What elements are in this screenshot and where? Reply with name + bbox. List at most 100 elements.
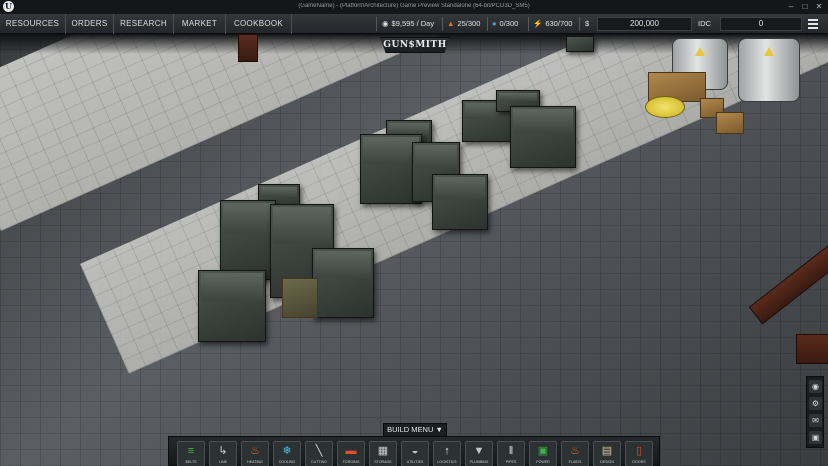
side-tool-panel: ◉ ⚙ ✉ ▣ [806,376,824,448]
build-item-logistics[interactable]: ↑ LOGISTICS [433,441,461,466]
circuit-icon: ▣ [537,445,549,457]
boiler-machine[interactable] [738,38,800,102]
ammo-crate[interactable] [432,174,488,230]
income-value: $9,595 / Day [391,19,435,28]
ammo-crate[interactable] [510,106,576,168]
divider [442,17,443,31]
divider [579,17,580,31]
build-item-label: DOORS [632,460,646,464]
warning-icon [764,47,774,56]
idc-label: IDC [698,19,711,28]
build-item-label: COOLING [278,460,296,464]
divider [487,17,488,31]
build-menu-toggle[interactable]: BUILD MENU ▼ [383,423,447,436]
income-stat: ◉ $9,595 / Day [382,14,434,34]
camera-icon[interactable]: ▣ [809,431,822,444]
helmet-icon: ◒ [411,445,419,457]
ammo-crate[interactable] [220,200,276,280]
dark-crate[interactable] [566,36,594,52]
nav-cookbook[interactable]: COOKBOOK [226,14,292,34]
build-item-label: LOGISTICS [437,460,457,464]
nav-orders[interactable]: ORDERS [66,14,114,34]
ammo-crate[interactable] [312,248,374,318]
lightning-icon: ⚡ [533,19,543,28]
snowflake-icon: ❄ [282,445,292,457]
build-item-label: STORAGE [374,460,392,464]
coin-icon: ◉ [382,19,389,28]
warning-icon [695,47,705,56]
gear-icon[interactable]: ⚙ [809,397,822,410]
build-item-storage[interactable]: ▦ STORAGE [369,441,397,466]
build-item-design[interactable]: ▤ DESIGN [593,441,621,466]
build-item-forging[interactable]: ▬ FORGING [337,441,365,466]
money-value: 200,000 [597,17,692,31]
build-item-utilities[interactable]: ◒ UTILITIES [401,441,429,466]
merge-icon: ↑ [444,445,450,457]
fuel-stat: ▲ 25/300 [447,14,480,34]
chat-icon[interactable]: ✉ [809,414,822,427]
build-item-label: FORGING [342,460,360,464]
nav-market[interactable]: MARKET [174,14,226,34]
divider [528,17,529,31]
game-viewport[interactable] [0,34,828,466]
build-item-label: BELTS [185,460,197,464]
game-logo: GUN$MITH [380,37,450,53]
build-item-label: UTILITIES [406,460,424,464]
top-hud-bar: RESOURCES ORDERS RESEARCH MARKET COOKBOO… [0,14,828,34]
drop-icon: ▼ [473,445,485,457]
water-drop-icon: ● [492,19,497,28]
power-stat: ⚡ 630/700 [533,14,572,34]
build-item-line[interactable]: ↳ LINE [209,441,237,466]
close-icon[interactable]: ✕ [814,2,824,12]
pipe-icon: ‖ [508,445,514,457]
build-item-pipes[interactable]: ‖ PIPES [497,441,525,466]
minimize-icon[interactable]: – [786,2,796,12]
window-titlebar: U (GameName) - (PlatformArchitecture) Ga… [0,0,828,14]
build-item-power[interactable]: ▣ POWER [529,441,557,466]
build-item-fluids[interactable]: ♨ FLUIDS [561,441,589,466]
olive-crate[interactable] [282,278,318,318]
window-title: (GameName) - (PlatformArchitecture) Game… [298,3,530,9]
flame-icon: ▲ [447,19,455,28]
build-item-cooling[interactable]: ❄ COOLING [273,441,301,466]
line-icon: ↳ [218,445,228,457]
build-item-cutting[interactable]: ╲ CUTTING [305,441,333,466]
build-item-plumbing[interactable]: ▼ PLUMBING [465,441,493,466]
build-item-label: LINE [219,460,227,464]
eye-icon[interactable]: ◉ [809,380,822,393]
build-item-heating[interactable]: ♨ HEATING [241,441,269,466]
water-value: 0/300 [499,19,519,28]
blade-icon: ╲ [315,445,323,457]
nav-research[interactable]: RESEARCH [114,14,174,34]
wooden-beam [796,334,828,364]
door-icon: ▯ [635,445,643,457]
build-item-label: DESIGN [600,460,614,464]
ammo-crate[interactable] [198,270,266,342]
build-item-label: HEATING [247,460,263,464]
cardboard-box[interactable] [716,112,744,134]
wooden-pillar [238,34,258,62]
forge-icon: ▬ [345,445,357,457]
build-item-label: FLUIDS [568,460,582,464]
paper-icon: ▤ [601,445,613,457]
build-item-label: PLUMBING [469,460,489,464]
build-item-label: CUTTING [311,460,327,464]
power-value: 630/700 [545,19,573,28]
build-item-doors[interactable]: ▯ DOORS [625,441,653,466]
brass-coil[interactable] [645,96,685,118]
build-menu-bar: ≡ BELTS ↳ LINE ♨ HEATING ❄ COOLING ╲ CUTTING ▬ FORG… [168,436,660,466]
build-item-belts[interactable]: ≡ BELTS [177,441,205,466]
nav-resources[interactable]: RESOURCES [0,14,66,34]
wooden-beam [748,245,828,325]
build-item-label: PIPES [505,460,517,464]
fuel-value: 25/300 [457,19,481,28]
conveyor-icon: ≡ [187,445,195,457]
fire-water-icon: ♨ [570,445,580,457]
build-item-label: POWER [536,460,550,464]
idc-value: 0 [720,17,802,31]
money-symbol: $ [585,19,590,28]
hamburger-menu-icon[interactable] [806,17,820,31]
storage-icon: ▦ [377,445,389,457]
maximize-icon[interactable]: □ [800,2,810,12]
divider [376,17,377,31]
